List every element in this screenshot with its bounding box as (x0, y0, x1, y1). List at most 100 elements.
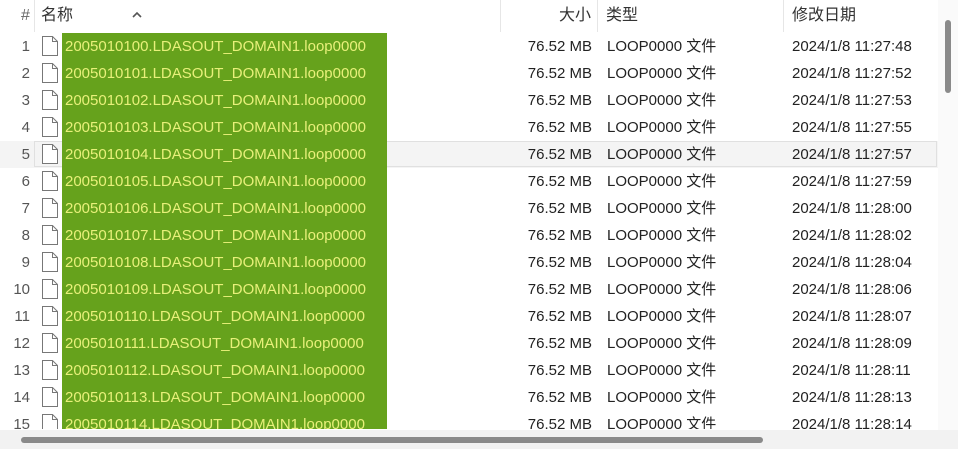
file-name[interactable]: 2005010111.LDASOUT_DOMAIN1.loop0000 (62, 330, 387, 357)
file-name[interactable]: 2005010107.LDASOUT_DOMAIN1.loop0000 (62, 222, 387, 249)
file-name[interactable]: 2005010106.LDASOUT_DOMAIN1.loop0000 (62, 195, 387, 222)
column-divider[interactable] (34, 0, 35, 32)
file-list: 1 2005010100.LDASOUT_DOMAIN1.loop0000 76… (0, 33, 938, 429)
chevron-up-icon (132, 11, 142, 18)
row-index: 11 (14, 308, 30, 325)
file-date: 2024/1/8 11:27:57 (792, 146, 912, 163)
file-size: 76.52 MB (527, 65, 592, 82)
file-row[interactable]: 9 2005010108.LDASOUT_DOMAIN1.loop0000 76… (0, 249, 938, 276)
file-name[interactable]: 2005010113.LDASOUT_DOMAIN1.loop0000 (62, 384, 387, 411)
file-size: 76.52 MB (527, 200, 592, 217)
date-column-header[interactable]: 修改日期 (792, 0, 932, 32)
file-row[interactable]: 12 2005010111.LDASOUT_DOMAIN1.loop0000 7… (0, 330, 938, 357)
file-date: 2024/1/8 11:28:02 (792, 227, 912, 244)
row-index: 15 (13, 416, 30, 429)
file-name[interactable]: 2005010104.LDASOUT_DOMAIN1.loop0000 (62, 141, 387, 168)
file-date: 2024/1/8 11:28:09 (792, 335, 912, 352)
file-name[interactable]: 2005010110.LDASOUT_DOMAIN1.loop0000 (62, 303, 387, 330)
column-divider[interactable] (597, 0, 598, 32)
file-date: 2024/1/8 11:27:55 (792, 119, 912, 136)
file-type: LOOP0000 文件 (607, 281, 717, 298)
file-size: 76.52 MB (527, 92, 592, 109)
document-icon (42, 252, 58, 272)
file-type: LOOP0000 文件 (607, 146, 717, 163)
document-icon (42, 387, 58, 407)
file-row[interactable]: 2 2005010101.LDASOUT_DOMAIN1.loop0000 76… (0, 60, 938, 87)
row-index: 13 (13, 362, 30, 379)
vertical-scrollbar-thumb[interactable] (945, 20, 951, 93)
file-type: LOOP0000 文件 (607, 362, 717, 379)
file-size: 76.52 MB (527, 173, 592, 190)
file-type: LOOP0000 文件 (607, 416, 717, 429)
file-name[interactable]: 2005010100.LDASOUT_DOMAIN1.loop0000 (62, 33, 387, 60)
document-icon (42, 117, 58, 137)
document-icon (42, 360, 58, 380)
file-row[interactable]: 14 2005010113.LDASOUT_DOMAIN1.loop0000 7… (0, 384, 938, 411)
file-date: 2024/1/8 11:28:13 (792, 389, 912, 406)
row-index: 8 (21, 227, 30, 244)
file-row[interactable]: 15 2005010114.LDASOUT_DOMAIN1.loop0000 7… (0, 411, 938, 429)
document-icon (42, 333, 58, 353)
document-icon (42, 414, 58, 429)
document-icon (42, 171, 58, 191)
file-date: 2024/1/8 11:27:53 (792, 92, 912, 109)
file-name[interactable]: 2005010102.LDASOUT_DOMAIN1.loop0000 (62, 87, 387, 114)
document-icon (42, 144, 58, 164)
file-size: 76.52 MB (527, 335, 592, 352)
file-type: LOOP0000 文件 (607, 65, 717, 82)
file-row[interactable]: 6 2005010105.LDASOUT_DOMAIN1.loop0000 76… (0, 168, 938, 195)
file-date: 2024/1/8 11:27:59 (792, 173, 912, 190)
file-name[interactable]: 2005010103.LDASOUT_DOMAIN1.loop0000 (62, 114, 387, 141)
file-date: 2024/1/8 11:28:06 (792, 281, 912, 298)
file-type: LOOP0000 文件 (607, 308, 717, 325)
file-size: 76.52 MB (527, 281, 592, 298)
file-row[interactable]: 1 2005010100.LDASOUT_DOMAIN1.loop0000 76… (0, 33, 938, 60)
file-size: 76.52 MB (527, 254, 592, 271)
file-size: 76.52 MB (527, 389, 592, 406)
file-type: LOOP0000 文件 (607, 38, 717, 55)
document-icon (42, 306, 58, 326)
file-name[interactable]: 2005010112.LDASOUT_DOMAIN1.loop0000 (62, 357, 387, 384)
row-index: 3 (21, 92, 30, 109)
file-type: LOOP0000 文件 (607, 335, 717, 352)
horizontal-scrollbar-thumb[interactable] (21, 437, 763, 443)
column-divider[interactable] (783, 0, 784, 32)
row-index: 6 (21, 173, 30, 190)
file-name[interactable]: 2005010109.LDASOUT_DOMAIN1.loop0000 (62, 276, 387, 303)
file-size: 76.52 MB (527, 362, 592, 379)
file-type: LOOP0000 文件 (607, 92, 717, 109)
file-name[interactable]: 2005010101.LDASOUT_DOMAIN1.loop0000 (62, 60, 387, 87)
file-date: 2024/1/8 11:28:11 (792, 362, 911, 379)
document-icon (42, 225, 58, 245)
file-date: 2024/1/8 11:27:48 (792, 38, 912, 55)
file-row[interactable]: 4 2005010103.LDASOUT_DOMAIN1.loop0000 76… (0, 114, 938, 141)
file-type: LOOP0000 文件 (607, 200, 717, 217)
file-row[interactable]: 11 2005010110.LDASOUT_DOMAIN1.loop0000 7… (0, 303, 938, 330)
row-index: 9 (21, 254, 30, 271)
row-index: 1 (21, 38, 30, 55)
row-index: 12 (13, 335, 30, 352)
file-date: 2024/1/8 11:28:00 (792, 200, 912, 217)
file-row-hovered[interactable]: 5 2005010104.LDASOUT_DOMAIN1.loop0000 76… (0, 141, 938, 168)
file-date: 2024/1/8 11:28:07 (792, 308, 912, 325)
file-name[interactable]: 2005010114.LDASOUT_DOMAIN1.loop0000 (62, 411, 387, 429)
type-column-header[interactable]: 类型 (606, 0, 776, 32)
file-date: 2024/1/8 11:27:52 (792, 65, 912, 82)
index-column-header: # (21, 7, 30, 24)
file-row[interactable]: 10 2005010109.LDASOUT_DOMAIN1.loop0000 7… (0, 276, 938, 303)
file-name[interactable]: 2005010105.LDASOUT_DOMAIN1.loop0000 (62, 168, 387, 195)
file-size: 76.52 MB (527, 38, 592, 55)
file-name[interactable]: 2005010108.LDASOUT_DOMAIN1.loop0000 (62, 249, 387, 276)
file-size: 76.52 MB (527, 308, 592, 325)
file-row[interactable]: 3 2005010102.LDASOUT_DOMAIN1.loop0000 76… (0, 87, 938, 114)
file-row[interactable]: 13 2005010112.LDASOUT_DOMAIN1.loop0000 7… (0, 357, 938, 384)
name-column-header[interactable]: 名称 (41, 0, 500, 32)
file-size: 76.52 MB (527, 119, 592, 136)
document-icon (42, 36, 58, 56)
row-index: 5 (21, 146, 30, 163)
file-row[interactable]: 8 2005010107.LDASOUT_DOMAIN1.loop0000 76… (0, 222, 938, 249)
file-row[interactable]: 7 2005010106.LDASOUT_DOMAIN1.loop0000 76… (0, 195, 938, 222)
row-index: 2 (21, 65, 30, 82)
file-type: LOOP0000 文件 (607, 389, 717, 406)
size-column-header[interactable]: 大小 (501, 0, 591, 32)
